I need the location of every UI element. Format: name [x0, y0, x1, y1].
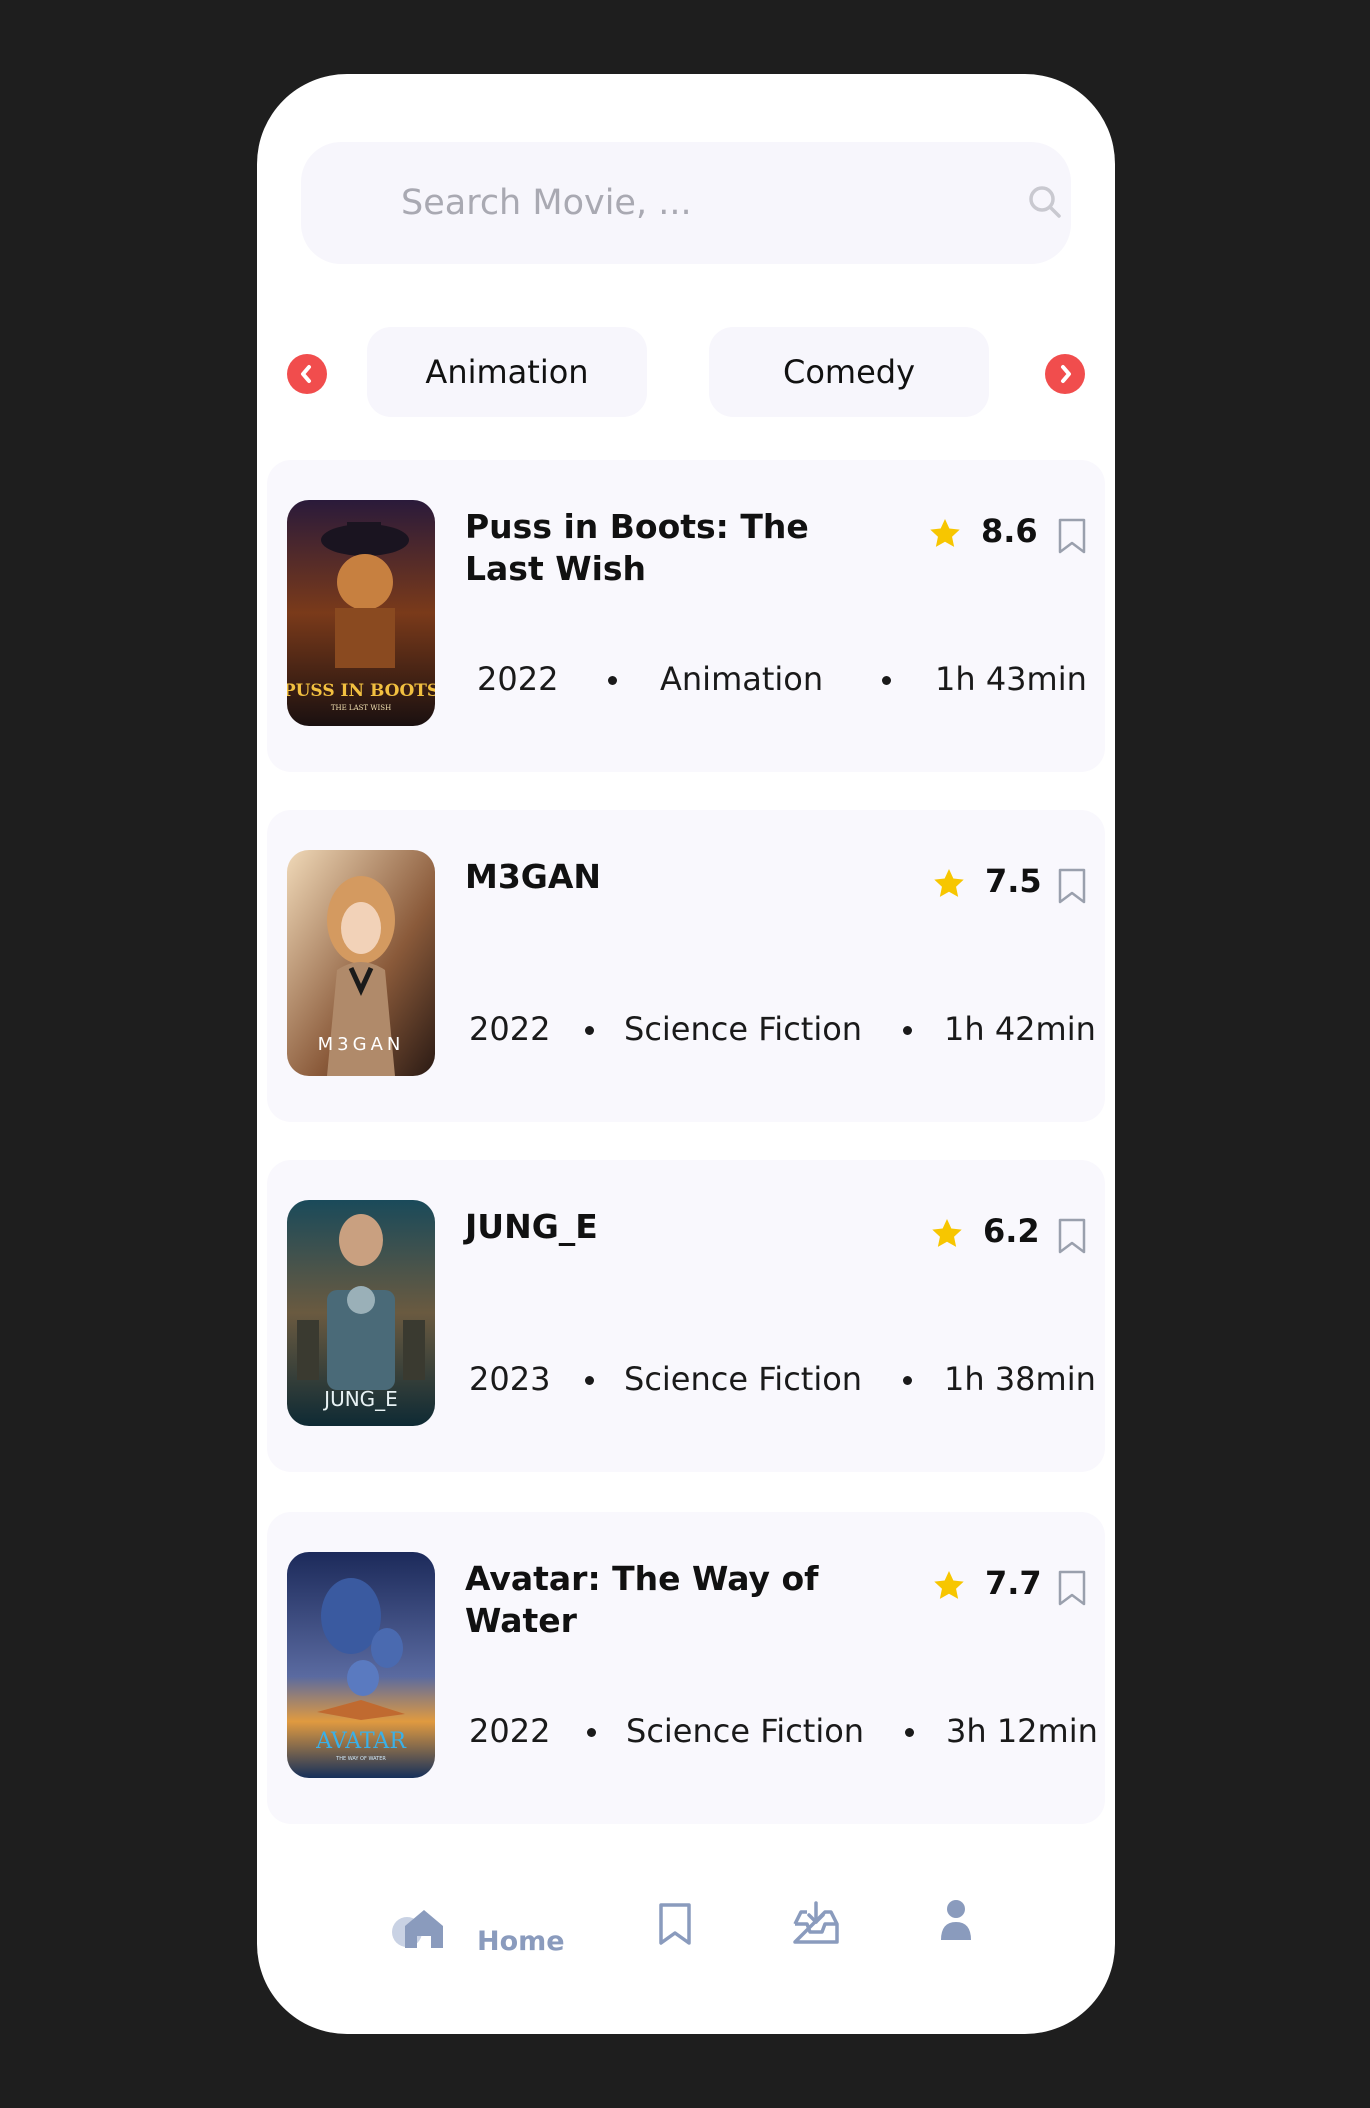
star-icon [930, 519, 960, 547]
separator-dot [903, 1026, 912, 1035]
movie-title: M3GAN [465, 857, 602, 896]
download-icon [793, 1901, 839, 1944]
separator-dot [585, 1026, 594, 1035]
nav-home[interactable]: Home [391, 1892, 591, 1972]
poster-title-text: JUNG_E [322, 1387, 398, 1411]
bookmark-icon[interactable] [1057, 1570, 1087, 1606]
poster-title-text: M3GAN [318, 1034, 405, 1055]
movie-duration: 1h 38min [944, 1360, 1096, 1398]
star-icon [932, 1219, 962, 1247]
separator-dot [585, 1376, 594, 1385]
bookmark-icon[interactable] [1057, 518, 1087, 554]
movie-year: 2022 [469, 1010, 551, 1048]
home-icon [392, 1910, 443, 1948]
movie-poster: JUNG_E [287, 1200, 435, 1426]
bookmark-icon[interactable] [1057, 868, 1087, 904]
movie-duration: 1h 43min [935, 660, 1087, 698]
movie-rating: 8.6 [981, 512, 1038, 550]
chevron-right-icon [1061, 365, 1071, 383]
movie-genre: Animation [660, 660, 824, 698]
movie-poster: M3GAN [287, 850, 435, 1076]
nav-saved[interactable] [657, 1902, 697, 1952]
movie-year: 2022 [469, 1712, 551, 1750]
movie-rating: 7.7 [985, 1564, 1042, 1602]
movie-title: JUNG_E [465, 1207, 598, 1246]
search-icon[interactable] [1025, 182, 1065, 222]
separator-dot [587, 1728, 596, 1737]
movie-duration: 1h 42min [944, 1010, 1096, 1048]
genre-chip-animation[interactable]: Animation [367, 327, 647, 417]
separator-dot [608, 676, 617, 685]
bottom-nav: Home [257, 1884, 1115, 1994]
movie-title: Avatar: The Way of Water [465, 1559, 819, 1640]
star-icon [934, 1571, 964, 1599]
movie-genre: Science Fiction [624, 1360, 863, 1398]
chevron-left-icon [301, 365, 311, 383]
genre-prev-button[interactable] [287, 354, 327, 394]
movie-genre: Science Fiction [624, 1010, 863, 1048]
search-bar[interactable] [301, 142, 1071, 264]
movie-rating: 7.5 [985, 862, 1042, 900]
movie-card[interactable]: M3GAN M3GAN 7.5 2022 Science Fiction 1h … [267, 810, 1105, 1122]
movie-card[interactable]: PUSS IN BOOTS THE LAST WISH Puss in Boot… [267, 460, 1105, 772]
phone-screen: Animation Comedy PUSS IN BOOTS THE LAST … [257, 74, 1115, 2034]
separator-dot [882, 676, 891, 685]
nav-home-label: Home [477, 1926, 565, 1957]
movie-poster: AVATAR THE WAY OF WATER [287, 1552, 435, 1778]
movie-rating: 6.2 [983, 1212, 1040, 1250]
movie-card[interactable]: AVATAR THE WAY OF WATER Avatar: The Way … [267, 1512, 1105, 1824]
movie-year: 2022 [477, 660, 559, 698]
star-icon [934, 869, 964, 897]
bookmark-icon[interactable] [1057, 1218, 1087, 1254]
poster-subtitle-text: THE LAST WISH [331, 704, 391, 712]
movie-genre: Science Fiction [626, 1712, 865, 1750]
nav-profile[interactable] [939, 1898, 979, 1948]
separator-dot [903, 1376, 912, 1385]
profile-icon [941, 1900, 971, 1940]
movie-year: 2023 [469, 1360, 551, 1398]
movie-poster: PUSS IN BOOTS THE LAST WISH [287, 500, 435, 726]
movie-card[interactable]: JUNG_E JUNG_E 6.2 2023 Science Fiction 1… [267, 1160, 1105, 1472]
separator-dot [905, 1728, 914, 1737]
movie-title: Puss in Boots: The Last Wish [465, 507, 809, 588]
genre-next-button[interactable] [1045, 354, 1085, 394]
poster-subtitle-text: THE WAY OF WATER [335, 1756, 386, 1762]
search-input[interactable] [401, 174, 961, 232]
genre-chip-comedy[interactable]: Comedy [709, 327, 989, 417]
poster-title-text: PUSS IN BOOTS [287, 681, 435, 701]
poster-title-text: AVATAR [315, 1729, 407, 1754]
movie-duration: 3h 12min [946, 1712, 1098, 1750]
nav-downloads[interactable] [791, 1900, 843, 1950]
bookmark-icon [659, 1903, 691, 1945]
